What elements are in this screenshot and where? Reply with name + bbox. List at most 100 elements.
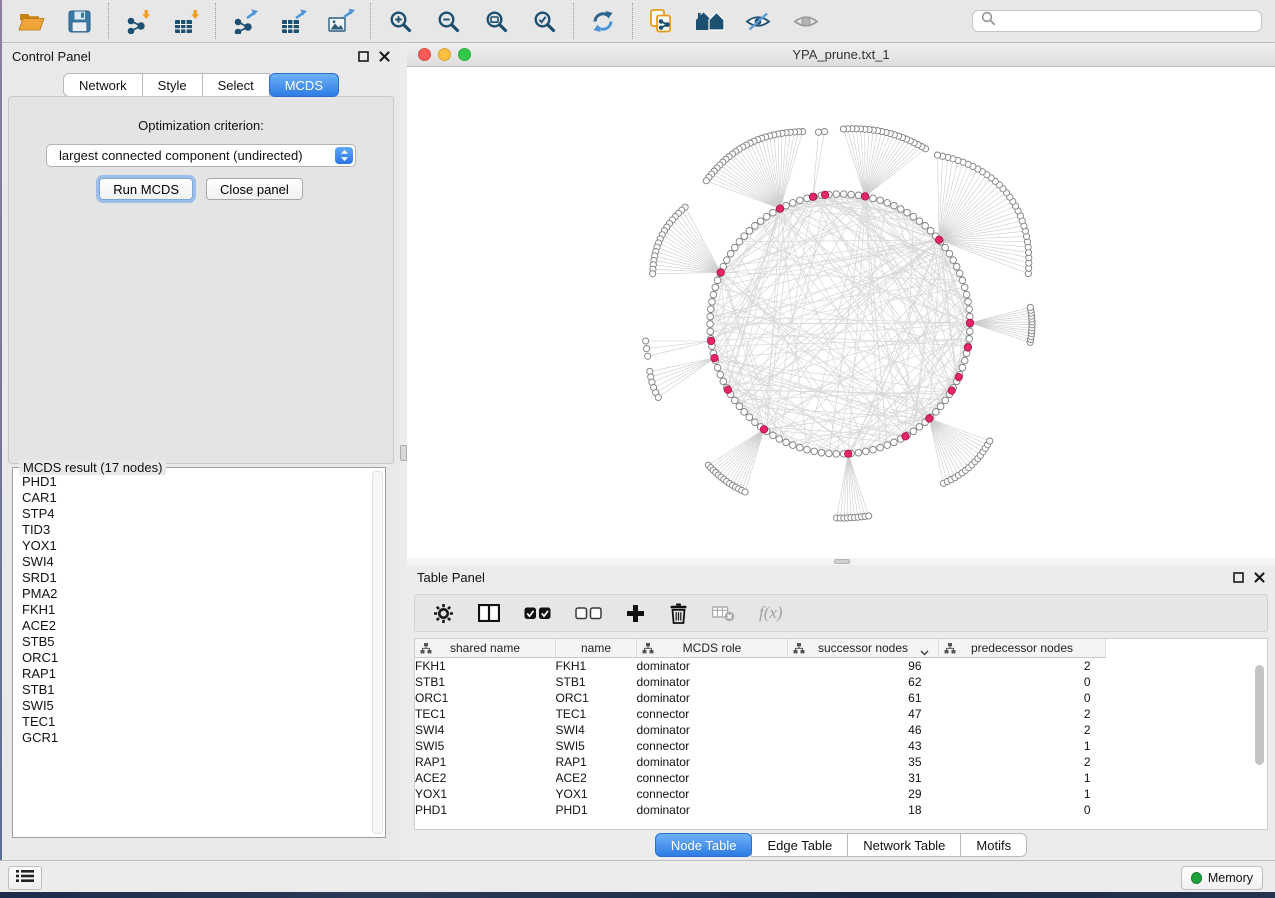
vertical-splitter[interactable] <box>400 43 407 860</box>
table-row[interactable]: RAP1RAP1dominator352 <box>415 754 1106 770</box>
horizontal-splitter[interactable] <box>407 558 1275 565</box>
zoom-out-button[interactable] <box>433 6 463 36</box>
mcds-result-item[interactable]: STB5 <box>13 634 373 650</box>
cell-predecessor-nodes: 1 <box>939 786 1106 802</box>
float-table-panel-icon[interactable] <box>1233 572 1244 583</box>
search-input[interactable] <box>1002 13 1253 29</box>
import-network-button[interactable] <box>123 6 153 36</box>
mcds-result-item[interactable]: RAP1 <box>13 666 373 682</box>
search-box[interactable] <box>972 10 1262 32</box>
tab-network[interactable]: Network <box>63 73 143 97</box>
clone-network-button[interactable] <box>647 6 677 36</box>
column-header-3[interactable]: successor nodes <box>788 639 939 658</box>
vertical-splitter-grip[interactable] <box>400 445 407 461</box>
table-row[interactable]: ORC1ORC1dominator610 <box>415 690 1106 706</box>
cell-shared-name: YOX1 <box>415 786 556 802</box>
column-header-4[interactable]: predecessor nodes <box>939 639 1106 658</box>
select-all-button[interactable] <box>524 607 551 620</box>
save-session-button[interactable] <box>64 6 94 36</box>
table-row[interactable]: ACE2ACE2connector311 <box>415 770 1106 786</box>
minimize-window-button[interactable] <box>438 48 451 61</box>
application-window: Control Panel NetworkStyleSelectMCDS Opt… <box>0 0 1275 898</box>
table-row[interactable]: STB1STB1dominator620 <box>415 674 1106 690</box>
tab-network-table[interactable]: Network Table <box>847 833 961 857</box>
mcds-result-item[interactable]: SWI5 <box>13 698 373 714</box>
mcds-result-item[interactable]: STP4 <box>13 506 373 522</box>
add-column-button[interactable] <box>626 604 645 623</box>
mcds-result-item[interactable]: SWI4 <box>13 554 373 570</box>
mcds-result-item[interactable]: GCR1 <box>13 730 373 746</box>
mcds-result-item[interactable]: FKH1 <box>13 602 373 618</box>
column-label: MCDS role <box>683 641 742 655</box>
close-panel-button[interactable]: Close panel <box>206 178 303 200</box>
column-type-icon <box>642 643 654 657</box>
column-type-icon <box>793 643 805 657</box>
mcds-result-item[interactable]: PHD1 <box>13 474 373 490</box>
memory-button[interactable]: Memory <box>1181 866 1263 890</box>
mcds-result-item[interactable]: CAR1 <box>13 490 373 506</box>
column-header-2[interactable]: MCDS role <box>637 639 788 658</box>
optimization-criterion-select[interactable]: largest connected component (undirected) <box>46 144 356 167</box>
mcds-result-item[interactable]: ACE2 <box>13 618 373 634</box>
tab-motifs[interactable]: Motifs <box>960 833 1027 857</box>
cell-name: PHD1 <box>556 802 637 818</box>
main-toolbar <box>2 0 1275 43</box>
export-table-button[interactable] <box>278 6 308 36</box>
zoom-window-button[interactable] <box>458 48 471 61</box>
cell-name: YOX1 <box>556 786 637 802</box>
close-panel-icon[interactable] <box>379 51 390 62</box>
table-row[interactable]: TEC1TEC1connector472 <box>415 706 1106 722</box>
cell-predecessor-nodes: 2 <box>939 658 1106 675</box>
mcds-result-item[interactable]: STB1 <box>13 682 373 698</box>
export-image-button[interactable] <box>326 6 356 36</box>
column-header-1[interactable]: name <box>556 639 637 658</box>
table-settings-button[interactable] <box>433 603 454 624</box>
refresh-network-button[interactable] <box>588 6 618 36</box>
cell-successor-nodes: 43 <box>788 738 939 754</box>
table-row[interactable]: PHD1PHD1dominator180 <box>415 802 1106 818</box>
mcds-result-item[interactable]: TEC1 <box>13 714 373 730</box>
table-row[interactable]: SWI4SWI4dominator462 <box>415 722 1106 738</box>
open-session-button[interactable] <box>16 6 46 36</box>
run-mcds-button[interactable]: Run MCDS <box>99 178 193 200</box>
toggle-style-visibility-button[interactable] <box>743 6 773 36</box>
mcds-result-item[interactable]: SRD1 <box>13 570 373 586</box>
network-graph[interactable] <box>407 67 1275 558</box>
mcds-result-item[interactable]: PMA2 <box>13 586 373 602</box>
close-window-button[interactable] <box>418 48 431 61</box>
tab-node-table[interactable]: Node Table <box>655 833 753 857</box>
tab-select[interactable]: Select <box>202 73 270 97</box>
table-panel: Table Panel f(x) shared namenameMCDS rol… <box>407 565 1275 860</box>
column-label: name <box>581 641 611 655</box>
column-header-0[interactable]: shared name <box>415 639 556 658</box>
mcds-list-scrollbar[interactable] <box>372 471 383 834</box>
close-table-panel-icon[interactable] <box>1254 572 1265 583</box>
fit-content-button[interactable] <box>481 6 511 36</box>
tab-style[interactable]: Style <box>142 73 203 97</box>
import-table-button[interactable] <box>171 6 201 36</box>
deselect-all-button[interactable] <box>575 607 602 620</box>
float-panel-icon[interactable] <box>358 51 369 62</box>
tab-edge-table[interactable]: Edge Table <box>751 833 848 857</box>
zoom-in-button[interactable] <box>385 6 415 36</box>
mcds-result-item[interactable]: ORC1 <box>13 650 373 666</box>
network-overview-button[interactable] <box>695 6 725 36</box>
export-network-button[interactable] <box>230 6 260 36</box>
delete-column-button[interactable] <box>669 603 688 624</box>
table-row[interactable]: YOX1YOX1connector291 <box>415 786 1106 802</box>
mcds-result-item[interactable]: TID3 <box>13 522 373 538</box>
control-panel-tabbar: NetworkStyleSelectMCDS <box>2 73 400 97</box>
tab-mcds[interactable]: MCDS <box>269 73 339 97</box>
table-panel-title: Table Panel <box>417 570 485 585</box>
column-visibility-button[interactable] <box>478 604 500 622</box>
network-canvas[interactable] <box>407 67 1275 558</box>
zoom-selected-button[interactable] <box>529 6 559 36</box>
table-row[interactable]: FKH1FKH1dominator962 <box>415 658 1106 675</box>
mcds-result-item[interactable]: YOX1 <box>13 538 373 554</box>
task-history-button[interactable] <box>8 866 42 890</box>
horizontal-splitter-grip[interactable] <box>834 559 850 564</box>
table-row[interactable]: SWI5SWI5connector431 <box>415 738 1106 754</box>
table-scrollbar-thumb[interactable] <box>1255 665 1264 765</box>
preview-disabled-button[interactable] <box>791 6 821 36</box>
cell-MCDS-role: dominator <box>637 674 788 690</box>
